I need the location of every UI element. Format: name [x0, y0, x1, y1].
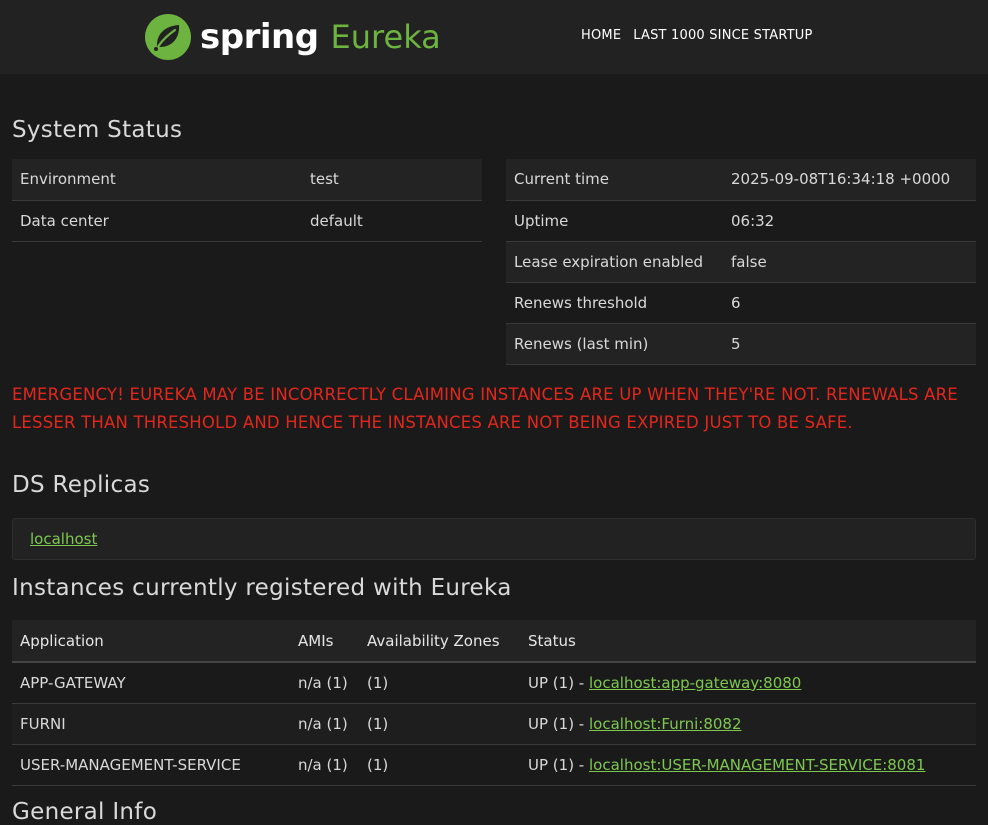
table-row: Renews (last min) 5 — [506, 323, 976, 365]
brand-spring-text: spring — [200, 17, 319, 57]
app-zones: (1) — [359, 703, 520, 745]
header-amis: AMIs — [290, 620, 359, 663]
brand-logo[interactable]: spring Eureka — [144, 12, 441, 62]
status-text: UP (1) - — [528, 755, 589, 774]
spring-leaf-icon — [145, 14, 191, 60]
table-header-row: Application AMIs Availability Zones Stat… — [12, 620, 976, 663]
status-value: 6 — [723, 282, 976, 324]
table-row: Lease expiration enabled false — [506, 241, 976, 283]
status-text: UP (1) - — [528, 714, 589, 733]
system-status-right-table: Current time 2025-09-08T16:34:18 +0000 U… — [506, 159, 976, 365]
status-key: Current time — [506, 159, 723, 201]
table-row: Uptime 06:32 — [506, 200, 976, 242]
header-application: Application — [12, 620, 290, 663]
general-info-title: General Info — [12, 799, 158, 825]
system-status-left-table: Environment test Data center default — [12, 159, 482, 242]
navbar: spring Eureka HOME LAST 1000 SINCE START… — [0, 0, 988, 74]
table-row: Data center default — [12, 200, 482, 242]
app-amis: n/a (1) — [290, 662, 359, 704]
status-value: default — [302, 200, 482, 242]
app-status: UP (1) - localhost:app-gateway:8080 — [520, 662, 976, 704]
instance-link[interactable]: localhost:Furni:8082 — [589, 715, 742, 733]
header-status: Status — [520, 620, 976, 663]
instance-link[interactable]: localhost:USER-MANAGEMENT-SERVICE:8081 — [589, 756, 925, 774]
app-status: UP (1) - localhost:USER-MANAGEMENT-SERVI… — [520, 744, 976, 786]
nav-links: HOME LAST 1000 SINCE STARTUP — [581, 27, 813, 45]
ds-replicas-box: localhost — [12, 518, 976, 560]
status-value: 5 — [723, 323, 976, 365]
system-status-title: System Status — [12, 117, 183, 143]
app-name: USER-MANAGEMENT-SERVICE — [12, 744, 290, 786]
app-amis: n/a (1) — [290, 703, 359, 745]
nav-last1000-link[interactable]: LAST 1000 SINCE STARTUP — [633, 27, 812, 45]
status-value: test — [302, 159, 482, 201]
table-row: Current time 2025-09-08T16:34:18 +0000 — [506, 159, 976, 201]
table-row: Environment test — [12, 159, 482, 201]
table-row: FURNI n/a (1) (1) UP (1) - localhost:Fur… — [12, 703, 976, 745]
status-key: Lease expiration enabled — [506, 241, 723, 283]
app-zones: (1) — [359, 744, 520, 786]
ds-replicas-title: DS Replicas — [12, 472, 151, 498]
app-name: FURNI — [12, 703, 290, 745]
header-availability-zones: Availability Zones — [359, 620, 520, 663]
status-value: false — [723, 241, 976, 283]
brand-eureka-text: Eureka — [330, 18, 441, 56]
status-value: 06:32 — [723, 200, 976, 242]
status-key: Environment — [12, 159, 302, 201]
status-text: UP (1) - — [528, 673, 589, 692]
app-name: APP-GATEWAY — [12, 662, 290, 704]
nav-home-link[interactable]: HOME — [581, 27, 621, 45]
app-amis: n/a (1) — [290, 744, 359, 786]
app-zones: (1) — [359, 662, 520, 704]
status-value: 2025-09-08T16:34:18 +0000 — [723, 159, 976, 201]
app-status: UP (1) - localhost:Furni:8082 — [520, 703, 976, 745]
status-key: Data center — [12, 200, 302, 242]
status-key: Uptime — [506, 200, 723, 242]
table-row: USER-MANAGEMENT-SERVICE n/a (1) (1) UP (… — [12, 744, 976, 786]
table-row: Renews threshold 6 — [506, 282, 976, 324]
instances-title: Instances currently registered with Eure… — [12, 575, 512, 601]
status-key: Renews threshold — [506, 282, 723, 324]
status-key: Renews (last min) — [506, 323, 723, 365]
instance-link[interactable]: localhost:app-gateway:8080 — [589, 674, 801, 692]
instances-table: Application AMIs Availability Zones Stat… — [12, 620, 976, 786]
replica-localhost-link[interactable]: localhost — [30, 530, 97, 548]
emergency-message: EMERGENCY! EUREKA MAY BE INCORRECTLY CLA… — [12, 385, 958, 432]
table-row: APP-GATEWAY n/a (1) (1) UP (1) - localho… — [12, 662, 976, 704]
